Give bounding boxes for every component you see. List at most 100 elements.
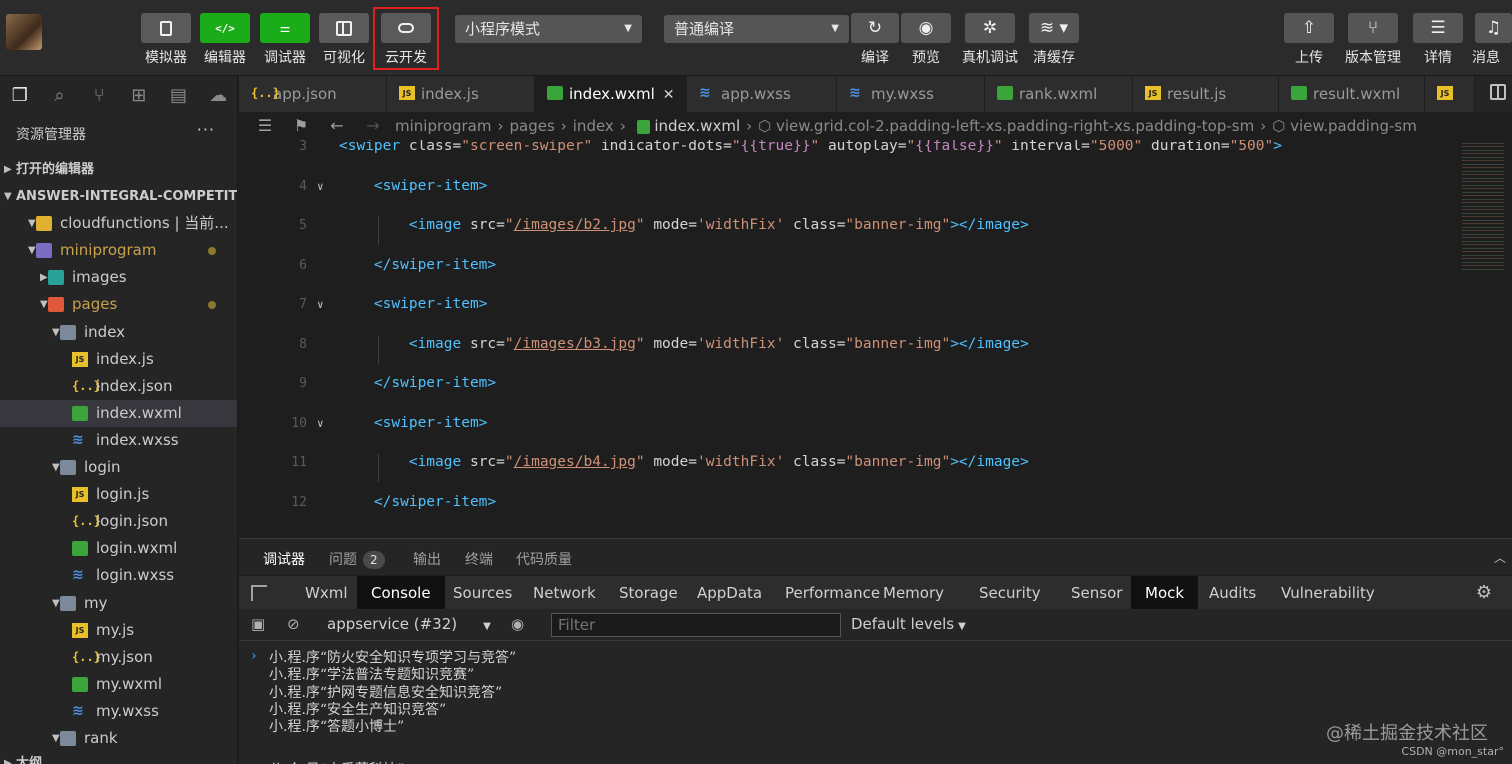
tree-folder[interactable]: ▼ login	[0, 454, 237, 481]
devtools-tab[interactable]: Audits	[1195, 576, 1270, 610]
tab-terminal[interactable]: 终端	[465, 549, 493, 569]
watermark-sub: CSDN @mon_star°	[1401, 745, 1504, 758]
breadcrumb-part[interactable]: pages	[509, 117, 554, 135]
compile-select[interactable]: 普通编译 ▼	[664, 15, 849, 43]
storage-icon[interactable]: ▤	[159, 85, 199, 106]
tree-folder[interactable]: ▼ my	[0, 590, 237, 617]
visual-button[interactable]	[319, 13, 369, 43]
devtools-tab[interactable]: Mock	[1131, 576, 1199, 610]
devtools-tab[interactable]: Memory	[869, 576, 958, 610]
chevron-up-icon[interactable]: ︿	[1494, 549, 1506, 566]
tree-folder[interactable]: ▶ images	[0, 264, 237, 291]
mode-select[interactable]: 小程序模式 ▼	[455, 15, 642, 43]
devtools-tab[interactable]: Sensor	[1057, 576, 1136, 610]
devtools-tab[interactable]: Vulnerability	[1267, 576, 1389, 610]
tree-file[interactable]: login.wxml	[0, 535, 237, 562]
tree-folder[interactable]: ▼ miniprogram	[0, 237, 237, 264]
preview-button[interactable]: ◉	[901, 13, 951, 43]
tab-code-quality[interactable]: 代码质量	[516, 549, 572, 569]
sidebar-toggle-icon[interactable]: ▣	[251, 615, 265, 633]
editor-tab[interactable]: JS result.js	[1133, 76, 1279, 112]
files-icon[interactable]: ❐	[0, 85, 40, 106]
docker-icon[interactable]: ☁	[198, 85, 237, 106]
devtools-tab[interactable]: Sources	[439, 576, 526, 610]
split-editor-icon[interactable]	[1490, 84, 1506, 100]
tab-debugger[interactable]: 调试器	[263, 549, 305, 569]
tree-file[interactable]: JS index.js	[0, 346, 237, 373]
devtools-tab[interactable]: Network	[519, 576, 610, 610]
line-number: 3	[299, 140, 307, 154]
tree-file[interactable]: ≋ login.wxss	[0, 562, 237, 589]
user-avatar[interactable]	[6, 14, 42, 50]
tree-file[interactable]: index.wxml	[0, 399, 237, 427]
tree-folder[interactable]: ▼ pages	[0, 291, 237, 318]
close-icon[interactable]: ✕	[663, 87, 675, 103]
source-control-icon[interactable]: ⑂	[79, 85, 119, 106]
filter-input[interactable]	[551, 613, 841, 637]
editor-tab[interactable]: ≋ my.wxss	[837, 76, 985, 112]
log-levels-select[interactable]: Default levels ▼	[851, 615, 966, 633]
breadcrumb-selector[interactable]: view.padding-sm	[1290, 117, 1417, 135]
extensions-icon[interactable]: ⊞	[119, 85, 159, 106]
editor-tab[interactable]: ≋ app.wxss	[687, 76, 837, 112]
tree-file[interactable]: JS login.js	[0, 481, 237, 508]
tree-folder[interactable]: ▼ rank	[0, 725, 237, 752]
breadcrumb-part[interactable]: index	[573, 117, 614, 135]
project-section[interactable]: ▼ ANSWER-INTEGRAL-COMPETITI...	[0, 183, 237, 210]
tree-file[interactable]: ≋ index.wxss	[0, 427, 237, 454]
tab-output[interactable]: 输出	[413, 549, 441, 569]
breadcrumb-part[interactable]: miniprogram	[395, 117, 491, 135]
code-editor[interactable]: 3 <swiper class="screen-swiper" indicato…	[239, 140, 1512, 538]
back-arrow-icon[interactable]: ←	[319, 112, 355, 140]
tree-folder[interactable]: ▼ index	[0, 319, 237, 346]
editor-tab[interactable]: index.wxml ✕	[535, 76, 687, 112]
context-select[interactable]: appservice (#32) ▼	[327, 615, 491, 633]
open-editors-section[interactable]: ▶ 打开的编辑器	[0, 156, 237, 183]
real-device-debug-button[interactable]: ✲	[965, 13, 1015, 43]
list-icon[interactable]: ☰	[247, 112, 283, 140]
debugger-button[interactable]: ⚌	[260, 13, 310, 43]
gear-icon[interactable]: ⚙	[1476, 582, 1492, 603]
tree-file[interactable]: {..} my.json	[0, 644, 237, 671]
fold-chevron-icon[interactable]: ∨	[317, 298, 324, 311]
outline-section[interactable]: ▶ 大纲	[0, 750, 237, 764]
breadcrumb-selector[interactable]: view.grid.col-2.padding-left-xs.padding-…	[776, 117, 1254, 135]
simulator-button[interactable]	[141, 13, 191, 43]
editor-tab[interactable]: {..}app.json	[239, 76, 387, 112]
breadcrumb-file[interactable]: index.wxml	[654, 117, 740, 135]
tree-file[interactable]: ≋ my.wxss	[0, 698, 237, 725]
forward-arrow-icon[interactable]: →	[355, 112, 391, 140]
editor-tab[interactable]: result.wxml	[1279, 76, 1425, 112]
details-button[interactable]: ☰	[1413, 13, 1463, 43]
tree-file[interactable]: {..} login.json	[0, 508, 237, 535]
minimap[interactable]	[1462, 140, 1504, 270]
tab-problems[interactable]: 问题 2	[329, 549, 385, 569]
devtools-tab[interactable]: Console	[357, 576, 445, 610]
editor-tab[interactable]: JS	[1425, 76, 1475, 112]
devtools-tab[interactable]: Storage	[605, 576, 692, 610]
fold-chevron-icon[interactable]: ∨	[317, 180, 324, 193]
upload-button[interactable]: ⇧	[1284, 13, 1334, 43]
eye-icon[interactable]: ◉	[511, 615, 524, 633]
tree-file[interactable]: JS my.js	[0, 617, 237, 644]
clear-cache-button[interactable]: ≋ ▾	[1029, 13, 1079, 43]
editor-tab[interactable]: rank.wxml	[985, 76, 1133, 112]
devtools-tab[interactable]: Wxml	[291, 576, 362, 610]
tree-folder[interactable]: ▼ cloudfunctions | 当前...	[0, 210, 237, 237]
inspect-icon[interactable]	[251, 585, 267, 601]
search-icon[interactable]: ⌕	[40, 85, 80, 106]
more-actions-icon[interactable]: ···	[197, 120, 215, 139]
clear-console-icon[interactable]: ⊘	[287, 615, 300, 633]
devtools-tab[interactable]: Security	[965, 576, 1055, 610]
editor-tab[interactable]: JS index.js	[387, 76, 535, 112]
wxml-file-icon	[997, 85, 1013, 100]
tree-file[interactable]: {..} index.json	[0, 373, 237, 400]
fold-chevron-icon[interactable]: ∨	[317, 417, 324, 430]
bookmark-icon[interactable]: ⚑	[283, 112, 319, 140]
version-button[interactable]: ⑂	[1348, 13, 1398, 43]
messages-button[interactable]: ♫	[1475, 13, 1512, 43]
tree-file[interactable]: my.wxml	[0, 671, 237, 698]
compile-button[interactable]: ↻	[851, 13, 899, 43]
editor-button[interactable]: </>	[200, 13, 250, 43]
devtools-tab[interactable]: AppData	[683, 576, 776, 610]
